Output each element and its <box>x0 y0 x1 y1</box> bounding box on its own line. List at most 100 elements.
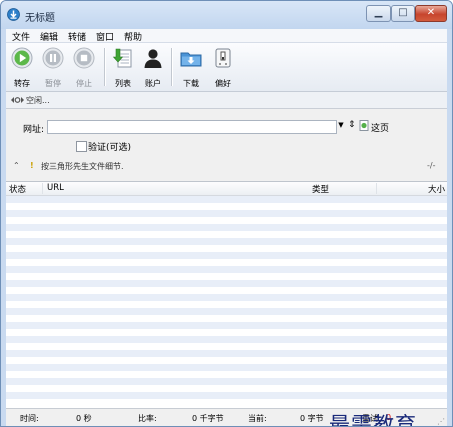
table-row <box>6 301 447 308</box>
ratio-value: 0 千字节 <box>192 414 224 423</box>
menu-help[interactable]: 帮助 <box>124 30 142 43</box>
table-row <box>6 280 447 287</box>
table-row <box>6 392 447 399</box>
drag-handle-icon[interactable]: ⇕ <box>348 120 356 130</box>
table-row <box>6 378 447 385</box>
app-logo-icon <box>7 8 20 21</box>
menu-edit[interactable]: 编辑 <box>40 30 58 43</box>
table-row <box>6 245 447 252</box>
table-row <box>6 287 447 294</box>
account-label: 账户 <box>145 79 161 88</box>
table-row <box>6 385 447 392</box>
client-area: 文件 编辑 转储 窗口 帮助 转存 暂停 停止 列表 账户 下载 偏好 空闲..… <box>6 29 447 426</box>
column-status[interactable]: 状态 <box>9 183 26 195</box>
url-input[interactable] <box>47 120 337 134</box>
list-label: 列表 <box>115 79 131 88</box>
menu-bar: 文件 编辑 转储 窗口 帮助 <box>6 29 447 43</box>
column-size[interactable]: 大小 <box>428 183 445 195</box>
stop-button[interactable]: 停止 <box>71 47 97 89</box>
file-ratio: -/- <box>427 161 436 170</box>
table-row <box>6 266 447 273</box>
verify-checkbox[interactable] <box>76 141 87 152</box>
pause-button[interactable]: 暂停 <box>40 47 66 89</box>
current-label: 当前: <box>248 414 267 423</box>
table-row <box>6 238 447 245</box>
minimize-icon: ▁ <box>374 7 383 18</box>
minimize-button[interactable]: ▁ <box>366 5 391 22</box>
table-row <box>6 371 447 378</box>
table-row <box>6 259 447 266</box>
list-button[interactable]: 列表 <box>110 47 136 89</box>
table-row <box>6 273 447 280</box>
watermark: 最需教育 <box>329 413 417 427</box>
download-label: 下载 <box>183 79 199 88</box>
maximize-button[interactable]: □ <box>391 5 415 22</box>
file-table: 状态 URL 类型 大小 <box>6 181 447 409</box>
pause-label: 暂停 <box>45 79 61 88</box>
menu-file[interactable]: 文件 <box>12 30 30 43</box>
status-text: 空闲... <box>26 96 50 105</box>
play-icon <box>11 47 33 69</box>
verify-label[interactable]: 验证(可选) <box>88 140 131 153</box>
dump-label: 转存 <box>14 79 30 88</box>
download-button[interactable]: 下载 <box>178 47 204 89</box>
table-row <box>6 343 447 350</box>
go-page-icon[interactable] <box>359 120 369 131</box>
close-icon: ✕ <box>426 7 436 18</box>
table-row <box>6 252 447 259</box>
application-window: 无标题 ▁ □ ✕ 文件 编辑 转储 窗口 帮助 转存 暂停 停止 列表 账户 … <box>0 0 453 427</box>
toolbar: 转存 暂停 停止 列表 账户 下载 偏好 <box>6 43 447 92</box>
pause-icon <box>42 47 64 69</box>
table-row <box>6 196 447 203</box>
current-value: 0 字节 <box>300 414 324 423</box>
account-button[interactable]: 账户 <box>140 47 166 89</box>
activity-indicator-icon <box>11 97 24 103</box>
info-icon: ! <box>30 161 34 170</box>
table-row <box>6 294 447 301</box>
title-bar[interactable]: 无标题 ▁ □ ✕ <box>1 1 452 29</box>
table-row <box>6 322 447 329</box>
preferences-icon <box>215 48 231 68</box>
toolbar-separator <box>171 48 173 86</box>
maximize-icon: □ <box>398 7 408 18</box>
activity-status-bar: 空闲... <box>6 92 447 109</box>
menu-window[interactable]: 窗口 <box>96 30 114 43</box>
resize-grip-icon[interactable]: ⋰ <box>437 417 445 426</box>
url-dropdown-button[interactable]: ▼ <box>336 121 346 133</box>
table-row <box>6 329 447 336</box>
table-row <box>6 357 447 364</box>
table-row <box>6 364 447 371</box>
dump-button[interactable]: 转存 <box>9 47 35 89</box>
list-icon <box>112 48 132 68</box>
preferences-button[interactable]: 偏好 <box>210 47 236 89</box>
table-row <box>6 217 447 224</box>
collapse-icon[interactable]: ⌃ <box>13 161 20 170</box>
column-url[interactable]: URL <box>47 183 64 193</box>
stop-icon <box>73 47 95 69</box>
url-form: 网址: ▼ ⇕ 这页 验证(可选) ⌃ ! 按三角形先生文件细节. -/- <box>6 109 447 181</box>
table-row <box>6 308 447 315</box>
toolbar-separator <box>104 48 106 86</box>
table-row <box>6 315 447 322</box>
table-header: 状态 URL 类型 大小 <box>6 182 447 196</box>
url-label: 网址: <box>23 125 45 135</box>
table-row <box>6 203 447 210</box>
column-divider <box>376 183 377 194</box>
table-row <box>6 231 447 238</box>
time-value: 0 秒 <box>76 414 92 423</box>
column-type[interactable]: 类型 <box>312 183 329 195</box>
close-button[interactable]: ✕ <box>415 5 447 22</box>
stop-label: 停止 <box>76 79 92 88</box>
go-page-button[interactable]: 这页 <box>371 121 389 134</box>
table-row <box>6 350 447 357</box>
menu-dump[interactable]: 转储 <box>68 30 86 43</box>
column-divider <box>42 183 43 194</box>
download-folder-icon <box>180 52 202 67</box>
table-body <box>6 196 447 409</box>
time-label: 时间: <box>20 414 39 423</box>
table-row <box>6 210 447 217</box>
table-row <box>6 224 447 231</box>
account-icon <box>144 49 162 68</box>
window-title: 无标题 <box>25 13 55 24</box>
ratio-label: 比率: <box>138 414 157 423</box>
